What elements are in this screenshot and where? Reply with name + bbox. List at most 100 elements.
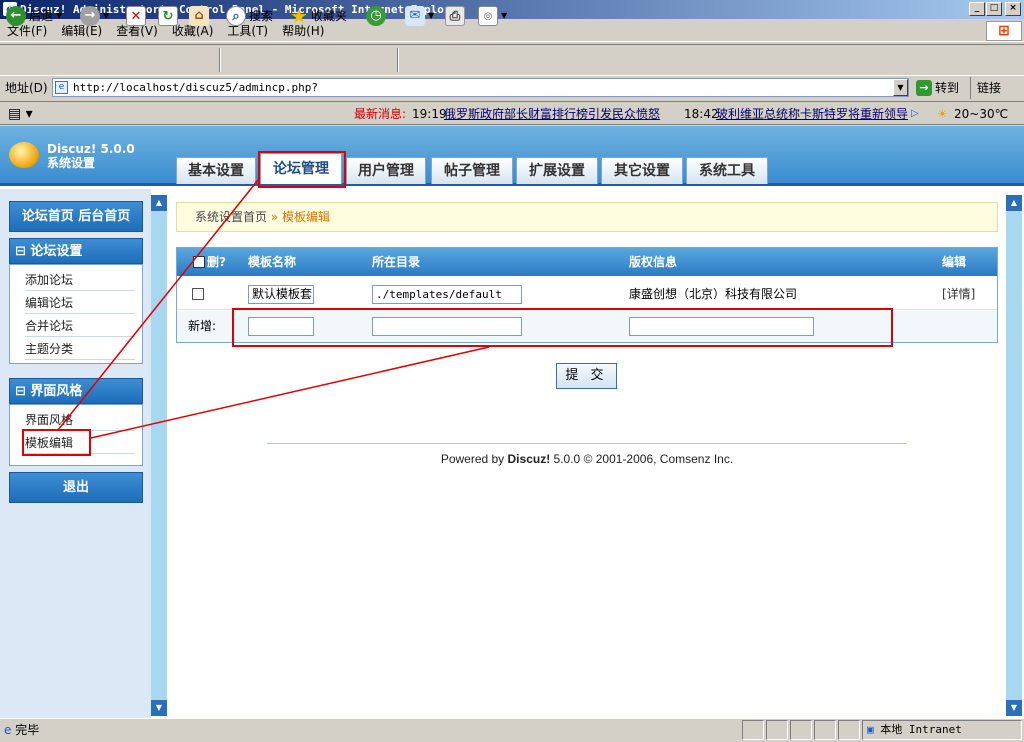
news-link-1[interactable]: 俄罗斯政府部长财富排行榜引发民众愤怒 [444,102,660,126]
history-button[interactable]: ◷ [366,4,386,28]
sidebar-section-style[interactable]: ⊟ 界面风格 [9,378,143,404]
print-button[interactable]: ⎙ [445,4,465,28]
footer-version: 5.0.0 [550,452,581,466]
tab-other-settings[interactable]: 其它设置 [601,157,683,184]
sidebar-section-forum[interactable]: ⊟ 论坛设置 [9,238,143,264]
logout-button[interactable]: 退出 [9,472,143,503]
status-done-text: 完毕 [15,723,40,737]
annotation-box-tab [258,151,346,188]
news-time-2: 18:42 [684,107,719,121]
annotation-box-new-row [232,308,893,347]
page-icon: e [55,81,68,94]
status-panel [790,720,812,740]
tab-system-tools[interactable]: 系统工具 [686,157,768,184]
go-label: 转到 [935,81,960,95]
footer-powered: Powered by [440,452,508,466]
back-arrow-icon: ← [6,6,26,26]
refresh-icon: ↻ [158,6,178,26]
page-menu-icon[interactable]: ▤ ▾ [8,102,33,126]
news-time-1: 19:19 [412,107,447,121]
go-button[interactable]: → 转到 [916,77,959,99]
status-panel [742,720,764,740]
tab-basic-settings[interactable]: 基本设置 [176,157,256,184]
table-header: 删? 模板名称 所在目录 版权信息 编辑 [177,248,997,276]
stop-button[interactable]: ✕ [126,4,146,28]
edit-page-button[interactable]: ◎ ▼ [478,4,507,28]
sidebar-item-styles[interactable]: 界面风格 [25,409,135,431]
window-title-bar: Discuz! Administrator's Control Panel - … [0,0,1024,19]
sidebar-forum-list: 添加论坛 编辑论坛 合并论坛 主题分类 [9,264,143,364]
sidebar-item-merge-forum[interactable]: 合并论坛 [25,315,135,337]
address-dropdown-button[interactable]: ▼ [893,79,908,96]
dropdown-arrow-icon: ▼ [103,11,110,20]
main-scroll-up[interactable]: ▲ [1006,195,1022,211]
search-button[interactable]: ⌕ 搜索 [226,4,273,28]
favorites-button[interactable]: ★ 收藏夹 [290,4,347,28]
submit-button[interactable]: 提 交 [556,363,617,389]
col-directory: 所在目录 [372,255,421,269]
sidebar-scrollbar[interactable] [151,195,167,716]
logo-subtitle: 系统设置 [47,156,96,170]
new-label: 新增: [188,319,217,333]
minimize-button[interactable]: _ [969,2,985,16]
forward-arrow-icon: → [80,6,100,26]
sun-icon: ☀ [937,107,948,121]
news-next-icon[interactable]: ▷ [911,102,919,126]
sidebar-home-links[interactable]: 论坛首页 后台首页 [9,201,143,232]
refresh-button[interactable]: ↻ [158,4,178,28]
sidebar-item-thread-types[interactable]: 主题分类 [25,338,135,360]
star-icon: ★ [290,4,308,28]
back-button[interactable]: ← 后退 ▼ [6,4,62,28]
home-icon: ⌂ [189,6,209,26]
status-done: e 完毕 [4,720,39,740]
details-link[interactable]: [详情] [942,285,975,304]
sidebar-scroll-up[interactable]: ▲ [151,195,167,211]
col-delete: 删? [207,255,226,269]
logo-name: Discuz! 5.0.0 [47,142,135,156]
go-arrow-icon: → [916,80,932,96]
select-all-checkbox[interactable] [193,256,205,268]
row-delete-checkbox[interactable] [192,288,204,300]
close-button[interactable]: × [1005,2,1021,16]
footer-brand[interactable]: Discuz! [508,452,551,466]
forward-button[interactable]: → ▼ [80,4,109,28]
search-icon: ⌕ [226,6,246,26]
template-name-input[interactable]: 默认模板套 [248,285,314,304]
sidebar-item-add-forum[interactable]: 添加论坛 [25,269,135,291]
security-zone: ▣ 本地 Intranet [862,720,1022,740]
main-scrollbar[interactable] [1006,195,1022,716]
back-label: 后退 [29,9,54,23]
news-link-2[interactable]: 玻利维亚总统称卡斯特罗将重新领导 [716,102,908,126]
maximize-button[interactable]: □ [986,2,1002,16]
history-icon: ◷ [366,6,386,26]
toolbar-separator [397,48,399,72]
status-panel [766,720,788,740]
news-bar: ▤ ▾ 最新消息: 19:19 俄罗斯政府部长财富排行榜引发民众愤怒 18:42… [0,101,1024,125]
mail-icon: ✉ [405,6,425,26]
main-scroll-down[interactable]: ▼ [1006,700,1022,716]
annotation-box-sidebar [22,429,91,456]
sidebar-item-edit-forum[interactable]: 编辑论坛 [25,292,135,314]
col-template-name: 模板名称 [248,255,297,269]
logo-text: Discuz! 5.0.0 系统设置 [47,142,135,170]
windows-logo-icon: ⊞ [986,21,1022,41]
status-panel [814,720,836,740]
tab-post-management[interactable]: 帖子管理 [431,157,513,184]
tab-extension-settings[interactable]: 扩展设置 [516,157,598,184]
tab-user-management[interactable]: 用户管理 [346,157,426,184]
address-label: 地址(D) [5,81,48,95]
sidebar-scroll-down[interactable]: ▼ [151,700,167,716]
menu-bar: 文件(F) 编辑(E) 查看(V) 收藏(A) 工具(T) 帮助(H) [0,20,1024,42]
footer-copyright: © 2001-2006, Comsenz Inc. [580,452,734,466]
template-dir-input[interactable]: ./templates/default [372,285,522,304]
address-input[interactable]: http://localhost/discuz5/admincp.php? [52,78,909,97]
discuz-logo-icon [9,142,39,168]
home-button[interactable]: ⌂ [189,4,209,28]
dropdown-arrow-icon: ▼ [501,11,508,20]
col-edit: 编辑 [942,255,967,269]
links-button[interactable]: 链接 [970,77,1001,99]
page-done-icon: e [4,723,12,737]
mail-button[interactable]: ✉ ▼ [405,4,434,28]
footer: Powered by Discuz! 5.0.0 © 2001-2006, Co… [267,452,907,466]
breadcrumb-home[interactable]: 系统设置首页 [195,210,267,224]
